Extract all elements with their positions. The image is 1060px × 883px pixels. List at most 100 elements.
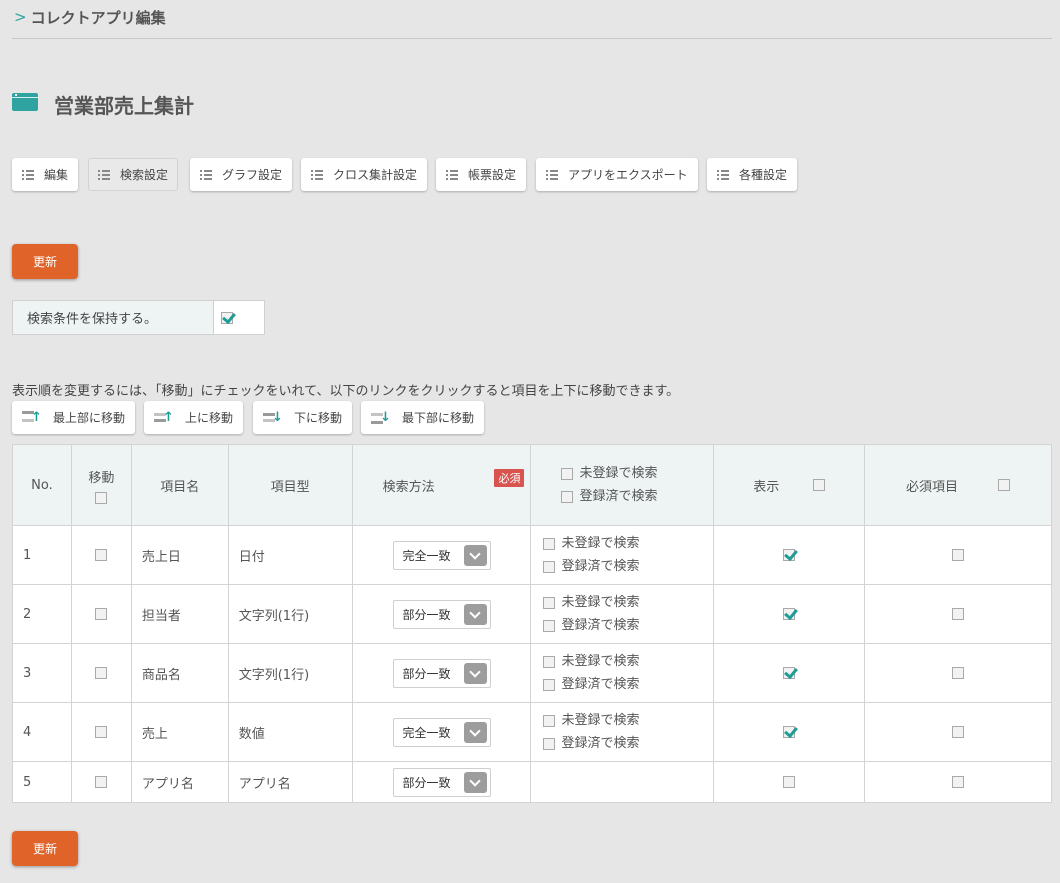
- update-button-top[interactable]: 更新: [12, 244, 78, 279]
- row-registered-checkbox[interactable]: [543, 560, 556, 573]
- breadcrumb: > コレクトアプリ編集: [14, 6, 166, 28]
- update-button-bottom[interactable]: 更新: [12, 831, 78, 866]
- search-settings-table: No. 移動 項目名 項目型 検索方法 必須 未登録で検索 登録済で検索 表示 …: [12, 444, 1052, 803]
- unregistered-all-checkbox[interactable]: [561, 467, 574, 480]
- row-item-type: 日付: [227, 525, 353, 585]
- move-up-label: 上に移動: [185, 411, 234, 425]
- row-display-cell: [713, 525, 866, 585]
- header-unregistered-option[interactable]: 未登録で検索: [561, 464, 713, 484]
- row-required-checkbox[interactable]: [952, 608, 965, 620]
- header-registered-option[interactable]: 登録済で検索: [561, 487, 713, 507]
- row-unregistered-label: 未登録で検索: [561, 712, 640, 728]
- search-method-select[interactable]: 部分一致: [392, 599, 491, 629]
- display-all-checkbox[interactable]: [813, 479, 826, 491]
- row-display-checkbox[interactable]: [783, 608, 796, 620]
- list-icon: [311, 169, 323, 180]
- row-move-checkbox[interactable]: [95, 667, 108, 679]
- tab-crosstab-settings[interactable]: クロス集計設定: [301, 158, 428, 191]
- row-required-checkbox[interactable]: [952, 726, 965, 738]
- header-item-name: 項目名: [130, 444, 229, 526]
- row-display-checkbox[interactable]: [783, 549, 796, 561]
- search-method-select[interactable]: 完全一致: [392, 540, 491, 570]
- row-registered-option[interactable]: 登録済で検索: [543, 734, 713, 754]
- row-item-type: アプリ名: [227, 761, 353, 803]
- header-item-type: 項目型: [227, 444, 353, 526]
- move-top-button[interactable]: ↑ 最上部に移動: [12, 401, 136, 434]
- row-search-options-cell: [530, 761, 715, 803]
- row-unregistered-checkbox[interactable]: [543, 714, 556, 727]
- row-display-checkbox[interactable]: [783, 667, 796, 679]
- table-row: 2 担当者 文字列(1行) 部分一致 未登録で検索 登録済で検索: [12, 584, 1052, 644]
- tab-graph-settings[interactable]: グラフ設定: [190, 158, 293, 191]
- row-display-checkbox[interactable]: [783, 776, 796, 788]
- registered-all-checkbox[interactable]: [561, 490, 574, 503]
- row-unregistered-option[interactable]: 未登録で検索: [543, 652, 713, 672]
- row-unregistered-checkbox[interactable]: [543, 537, 556, 550]
- row-move-checkbox[interactable]: [95, 608, 108, 620]
- header-search-method: 検索方法 必須: [351, 444, 532, 526]
- search-method-select[interactable]: 部分一致: [392, 767, 491, 797]
- row-search-method-cell: 部分一致: [351, 643, 532, 703]
- row-unregistered-label: 未登録で検索: [561, 535, 640, 551]
- row-unregistered-checkbox[interactable]: [543, 596, 556, 609]
- row-search-method-cell: 部分一致: [351, 584, 532, 644]
- table-header-row: No. 移動 項目名 項目型 検索方法 必須 未登録で検索 登録済で検索 表示 …: [12, 444, 1052, 526]
- move-bottom-label: 最下部に移動: [402, 411, 475, 425]
- chevron-down-icon: [463, 721, 487, 743]
- tab-search-settings[interactable]: 検索設定: [88, 158, 179, 191]
- list-icon: [200, 169, 212, 180]
- tab-label: クロス集計設定: [333, 168, 418, 182]
- row-display-checkbox[interactable]: [783, 726, 796, 738]
- move-all-checkbox[interactable]: [95, 491, 108, 504]
- row-display-cell: [713, 584, 866, 644]
- header-unregistered-label: 未登録で検索: [579, 465, 658, 481]
- row-display-cell: [713, 761, 866, 803]
- move-up-button[interactable]: ↑ 上に移動: [144, 401, 244, 434]
- header-display-label: 表示: [753, 479, 780, 495]
- row-registered-checkbox[interactable]: [543, 678, 556, 691]
- row-search-options-cell: 未登録で検索 登録済で検索: [530, 643, 715, 703]
- search-method-select[interactable]: 完全一致: [392, 717, 491, 747]
- keep-condition-checkbox[interactable]: [221, 311, 233, 324]
- move-top-icon: ↑: [22, 410, 42, 425]
- row-registered-option[interactable]: 登録済で検索: [543, 616, 713, 636]
- row-required-checkbox[interactable]: [952, 667, 965, 679]
- move-bottom-button[interactable]: ↓ 最下部に移動: [361, 401, 485, 434]
- search-method-select[interactable]: 部分一致: [392, 658, 491, 688]
- search-method-value: 部分一致: [402, 666, 451, 681]
- search-method-value: 部分一致: [402, 775, 451, 790]
- tab-form-settings[interactable]: 帳票設定: [436, 158, 527, 191]
- row-required-cell: [864, 525, 1052, 585]
- row-registered-option[interactable]: 登録済で検索: [543, 557, 713, 577]
- row-display-cell: [713, 702, 866, 762]
- list-icon: [98, 169, 110, 180]
- move-down-button[interactable]: ↓ 下に移動: [253, 401, 353, 434]
- list-icon: [446, 169, 458, 180]
- row-required-checkbox[interactable]: [952, 776, 965, 788]
- row-unregistered-checkbox[interactable]: [543, 655, 556, 668]
- tab-misc-settings[interactable]: 各種設定: [707, 158, 798, 191]
- row-item-name: アプリ名: [130, 761, 229, 803]
- row-registered-option[interactable]: 登録済で検索: [543, 675, 713, 695]
- table-row: 3 商品名 文字列(1行) 部分一致 未登録で検索 登録済で検索: [12, 643, 1052, 703]
- row-registered-checkbox[interactable]: [543, 619, 556, 632]
- row-required-cell: [864, 702, 1052, 762]
- row-required-cell: [864, 761, 1052, 803]
- required-badge: 必須: [494, 469, 525, 487]
- row-unregistered-option[interactable]: 未登録で検索: [543, 593, 713, 613]
- header-display: 表示: [713, 444, 866, 526]
- row-unregistered-option[interactable]: 未登録で検索: [543, 711, 713, 731]
- row-move-checkbox[interactable]: [95, 549, 108, 561]
- row-required-checkbox[interactable]: [952, 549, 965, 561]
- row-move-checkbox[interactable]: [95, 776, 108, 788]
- tab-edit[interactable]: 編集: [12, 158, 79, 191]
- row-registered-checkbox[interactable]: [543, 737, 556, 750]
- required-all-checkbox[interactable]: [998, 479, 1011, 491]
- header-move: 移動: [70, 444, 132, 526]
- breadcrumb-label: コレクトアプリ編集: [30, 8, 166, 27]
- row-unregistered-option[interactable]: 未登録で検索: [543, 534, 713, 554]
- keep-condition-row: 検索条件を保持する。: [12, 300, 265, 335]
- tab-export-app[interactable]: アプリをエクスポート: [536, 158, 698, 191]
- row-search-method-cell: 部分一致: [351, 761, 532, 803]
- row-move-checkbox[interactable]: [95, 726, 108, 738]
